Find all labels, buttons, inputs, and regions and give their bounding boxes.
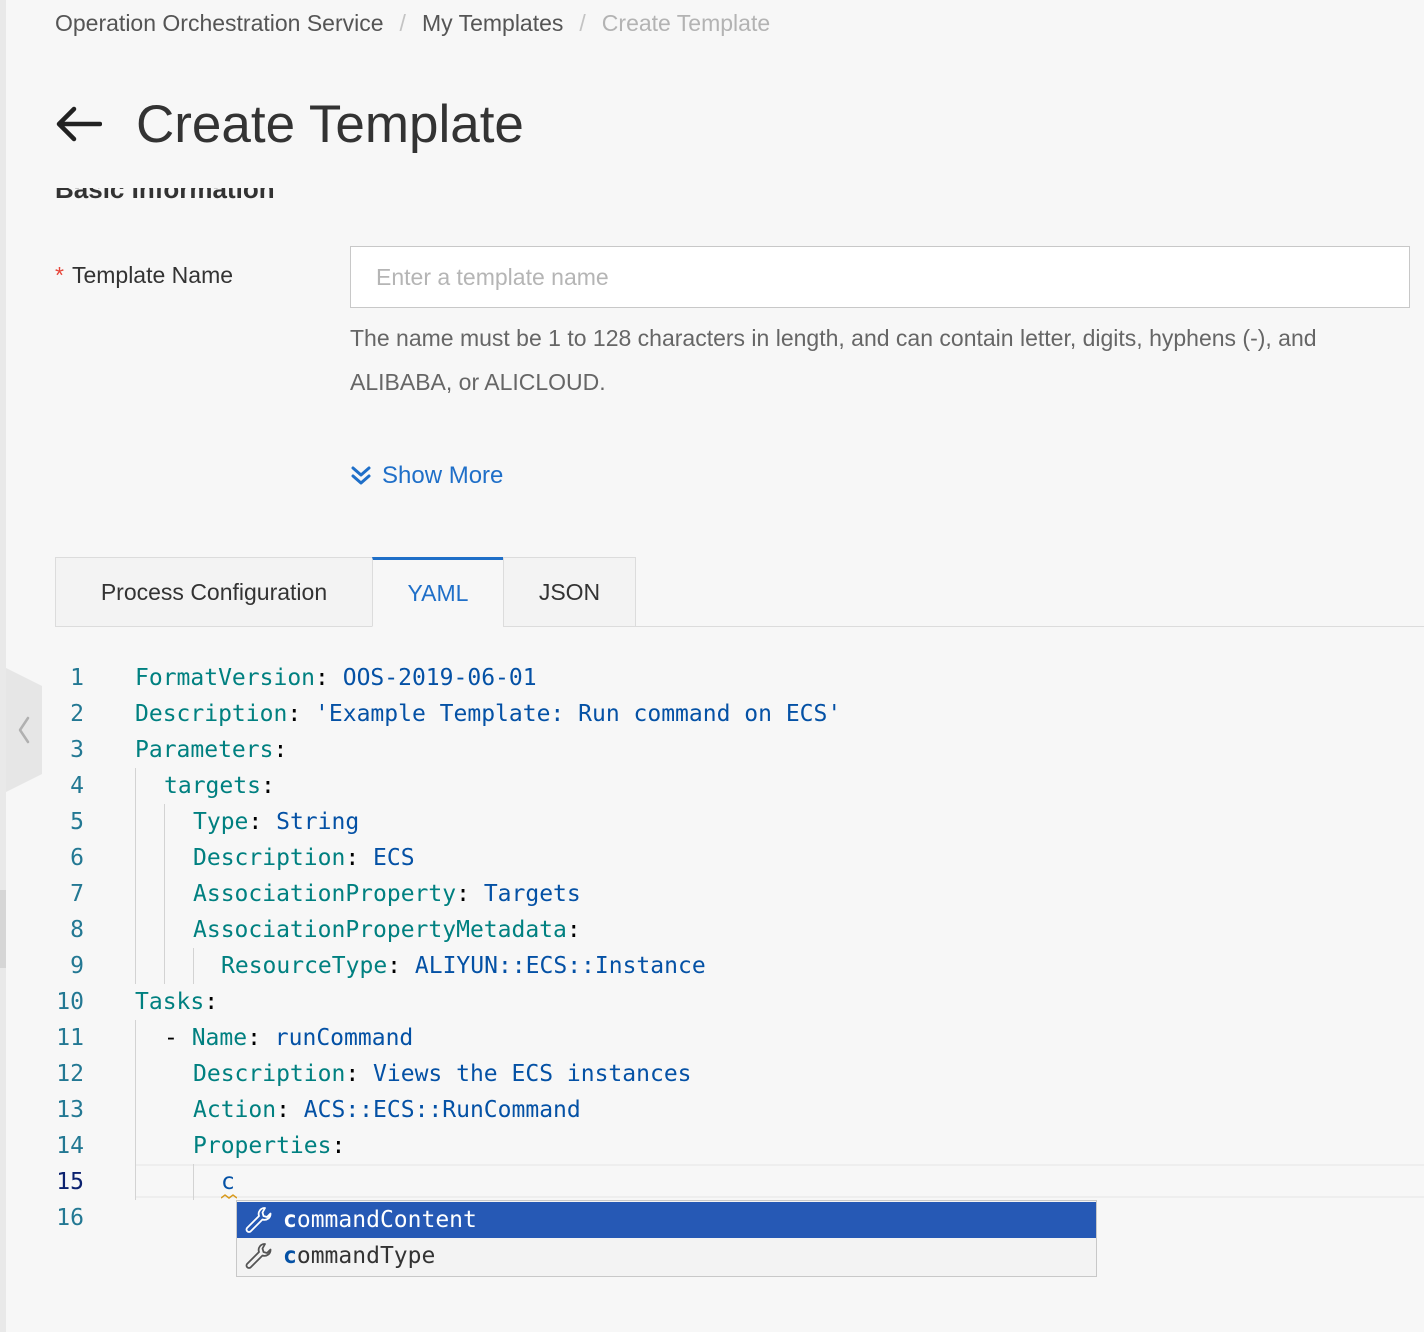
- line-number: 1: [70, 665, 84, 691]
- line-number: 14: [56, 1133, 84, 1159]
- show-more-label: Show More: [382, 462, 504, 489]
- line-number: 6: [70, 845, 84, 871]
- yaml-key: AssociationProperty: [193, 881, 457, 907]
- yaml-key: Description: [193, 845, 346, 871]
- show-more-button[interactable]: Show More: [350, 462, 503, 490]
- code-line: 12 Description: Views the ECS instances: [0, 1056, 1424, 1092]
- template-name-input[interactable]: [350, 246, 1410, 308]
- yaml-value: Views the ECS instances: [373, 1061, 692, 1087]
- yaml-key: Tasks: [135, 989, 205, 1015]
- suggestion-match: c: [283, 1243, 297, 1269]
- breadcrumb: Operation Orchestration Service / My Tem…: [55, 8, 770, 38]
- suggestion-item[interactable]: commandType: [237, 1238, 1096, 1274]
- line-number: 7: [70, 881, 84, 907]
- yaml-key: Properties: [193, 1133, 332, 1159]
- line-number: 3: [70, 737, 84, 763]
- breadcrumb-separator: /: [579, 9, 586, 36]
- code-line: 13 Action: ACS::ECS::RunCommand: [0, 1092, 1424, 1128]
- arrow-left-icon[interactable]: [54, 104, 102, 144]
- yaml-value: 'Example Template: Run command on ECS': [315, 701, 842, 727]
- yaml-value: runCommand: [274, 1025, 414, 1051]
- yaml-value: ECS: [373, 845, 415, 871]
- code-line: 5 Type: String: [0, 804, 1424, 840]
- suggestion-rest: ommandContent: [296, 1207, 477, 1233]
- hint-line: The name must be 1 to 128 characters in …: [350, 325, 1317, 351]
- breadcrumb-link-oos[interactable]: Operation Orchestration Service: [55, 10, 384, 37]
- suggestion-rest: ommandType: [296, 1243, 436, 1269]
- code-line-current: 15 c: [0, 1164, 1424, 1200]
- code-line: 6 Description: ECS: [0, 840, 1424, 876]
- line-number: 12: [56, 1061, 84, 1087]
- yaml-key: FormatVersion: [135, 665, 316, 691]
- yaml-key: ResourceType: [221, 953, 388, 979]
- yaml-value: ALIYUN::ECS::Instance: [414, 953, 706, 979]
- template-name-label-text: Template Name: [71, 262, 234, 288]
- code-line: 9 ResourceType: ALIYUN::ECS::Instance: [0, 948, 1424, 984]
- line-number: 15: [56, 1169, 84, 1195]
- yaml-value: ACS::ECS::RunCommand: [303, 1097, 581, 1123]
- typed-text: c: [221, 1169, 235, 1195]
- double-chevron-down-icon: [351, 466, 371, 485]
- code-line: 2 Description: 'Example Template: Run co…: [0, 696, 1424, 732]
- code-line: 11 - Name: runCommand: [0, 1020, 1424, 1056]
- code-line: 8 AssociationPropertyMetadata:: [0, 912, 1424, 948]
- page-title: Create Template: [136, 95, 524, 154]
- wrench-icon: [245, 1243, 272, 1269]
- yaml-key: Action: [193, 1097, 277, 1123]
- breadcrumb-separator: /: [399, 9, 406, 36]
- code-line: 10 Tasks:: [0, 984, 1424, 1020]
- line-number: 8: [70, 917, 84, 943]
- line-number: 13: [56, 1097, 84, 1123]
- line-number: 4: [70, 773, 84, 799]
- hint-line: ALIBABA, or ALICLOUD.: [350, 369, 606, 395]
- code-line: 4 targets:: [0, 768, 1424, 804]
- yaml-key: Parameters: [135, 737, 274, 763]
- yaml-value: Targets: [483, 881, 581, 907]
- yaml-value: OOS-2019-06-01: [342, 665, 537, 691]
- code-line: 14 Properties:: [0, 1128, 1424, 1164]
- required-mark: *: [55, 262, 64, 288]
- yaml-key: Description: [135, 701, 288, 727]
- wrench-icon: [245, 1207, 272, 1233]
- line-number: 2: [70, 701, 84, 727]
- code-line: 7 AssociationProperty: Targets: [0, 876, 1424, 912]
- yaml-key: AssociationPropertyMetadata: [193, 917, 567, 943]
- line-number: 5: [70, 809, 84, 835]
- yaml-key: Description: [193, 1061, 346, 1087]
- yaml-key: Name: [191, 1025, 248, 1051]
- code-line: 1 FormatVersion: OOS-2019-06-01: [0, 660, 1424, 696]
- breadcrumb-link-my-templates[interactable]: My Templates: [422, 10, 563, 37]
- yaml-value: String: [276, 809, 360, 835]
- line-number: 10: [56, 989, 84, 1015]
- line-number: 9: [70, 953, 84, 979]
- yaml-key: targets: [164, 773, 261, 799]
- line-number: 11: [56, 1025, 84, 1051]
- code-line: 3 Parameters:: [0, 732, 1424, 768]
- section-title-basic-information: Basic Information: [55, 188, 275, 204]
- yaml-code-editor[interactable]: 1 FormatVersion: OOS-2019-06-01 2 Descri…: [0, 660, 1424, 1260]
- line-number: 16: [56, 1205, 84, 1231]
- breadcrumb-current: Create Template: [601, 9, 771, 36]
- template-name-label: * Template Name: [55, 262, 233, 289]
- tab-yaml[interactable]: YAML: [372, 557, 504, 627]
- yaml-key: Type: [193, 809, 249, 835]
- suggestion-match: c: [283, 1207, 297, 1233]
- template-name-hint: The name must be 1 to 128 characters in …: [350, 316, 1424, 404]
- tab-process-configuration[interactable]: Process Configuration: [55, 557, 373, 627]
- suggestion-item[interactable]: commandContent: [237, 1202, 1096, 1238]
- tab-json[interactable]: JSON: [503, 557, 636, 627]
- autocomplete-suggestions: commandContent commandType: [236, 1200, 1097, 1277]
